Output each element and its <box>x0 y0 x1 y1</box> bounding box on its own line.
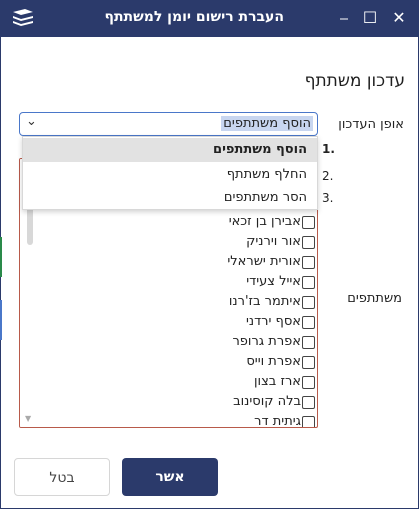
participant-name: אבירן בן זכאי <box>228 214 301 229</box>
update-mode-dropdown-menu[interactable]: הוסף משתתפים החלף משתתף הסר משתתפים <box>22 136 318 210</box>
row-number: 1. <box>322 142 335 156</box>
edge-decoration <box>0 237 2 277</box>
checkbox[interactable] <box>302 375 315 389</box>
participant-name: איתמר בז'רנו <box>228 294 301 309</box>
chevron-down-icon[interactable]: ⌄ <box>26 114 37 129</box>
dropdown-option-replace-participant[interactable]: החלף משתתף <box>23 163 317 187</box>
participant-name: אפרת גרופר <box>232 334 301 349</box>
window-title: העברת רישום יומן למשתתף <box>104 9 284 25</box>
list-item[interactable]: ארז בצון <box>45 372 315 392</box>
scrollbar-thumb[interactable] <box>27 207 33 245</box>
checkbox[interactable] <box>302 275 315 289</box>
dropdown-option-add-participants[interactable]: הוסף משתתפים <box>23 138 317 162</box>
list-item[interactable]: אפרת גרופר <box>45 332 315 352</box>
cancel-button[interactable]: בטל <box>14 458 110 496</box>
participant-name: ארז בצון <box>254 374 301 389</box>
row-number: 3. <box>322 191 334 205</box>
update-mode-selected-value: הוסף משתתפים <box>221 116 313 131</box>
participant-name: אורית ישראלי <box>227 254 301 269</box>
update-mode-select[interactable]: הוסף משתתפים ⌄ <box>19 112 318 136</box>
section-title: עדכון משתתף <box>304 71 405 91</box>
close-button[interactable]: ✕ <box>386 6 412 30</box>
checkbox[interactable] <box>302 395 315 409</box>
scroll-down-arrow-icon[interactable]: ▼ <box>25 414 31 423</box>
checkbox[interactable] <box>302 215 315 229</box>
participant-name: גיתית דר <box>254 414 301 428</box>
list-item[interactable]: איתמר בז'רנו <box>45 292 315 312</box>
list-item[interactable]: גיתית דר <box>45 412 315 428</box>
row-number: 2. <box>322 169 334 183</box>
list-item[interactable]: אפרת וייס <box>45 352 315 372</box>
list-item[interactable]: אור וירניק <box>45 232 315 252</box>
checkbox[interactable] <box>302 315 315 329</box>
edge-decoration <box>0 300 2 340</box>
checkbox[interactable] <box>302 355 315 369</box>
ok-button[interactable]: אשר <box>122 458 218 496</box>
checkbox[interactable] <box>302 255 315 269</box>
checkbox[interactable] <box>302 335 315 349</box>
checkbox[interactable] <box>302 235 315 249</box>
dropdown-option-remove-participants[interactable]: הסר משתתפים <box>23 186 317 210</box>
app-logo-icon <box>13 9 33 26</box>
list-item[interactable]: אייל צעידי <box>45 272 315 292</box>
title-bar: העברת רישום יומן למשתתף ⎯ ☐ ✕ <box>0 0 419 37</box>
participant-name: בלה קוסינוב <box>233 394 301 409</box>
participant-name: אייל צעידי <box>246 274 301 289</box>
checkbox[interactable] <box>302 295 315 309</box>
minimize-button[interactable]: ⎯ <box>331 6 357 30</box>
participant-name: אור וירניק <box>246 234 301 249</box>
participants-label: משתתפים <box>347 291 402 306</box>
maximize-button[interactable]: ☐ <box>357 6 383 30</box>
participant-name: אסף ירדני <box>245 314 301 329</box>
list-item[interactable]: אסף ירדני <box>45 312 315 332</box>
participant-name: אפרת וייס <box>246 354 301 369</box>
update-mode-label: אופן העדכון <box>338 117 404 132</box>
list-item[interactable]: אורית ישראלי <box>45 252 315 272</box>
list-item[interactable]: בלה קוסינוב <box>45 392 315 412</box>
checkbox[interactable] <box>302 415 315 427</box>
list-item[interactable]: אבירן בן זכאי <box>45 212 315 232</box>
